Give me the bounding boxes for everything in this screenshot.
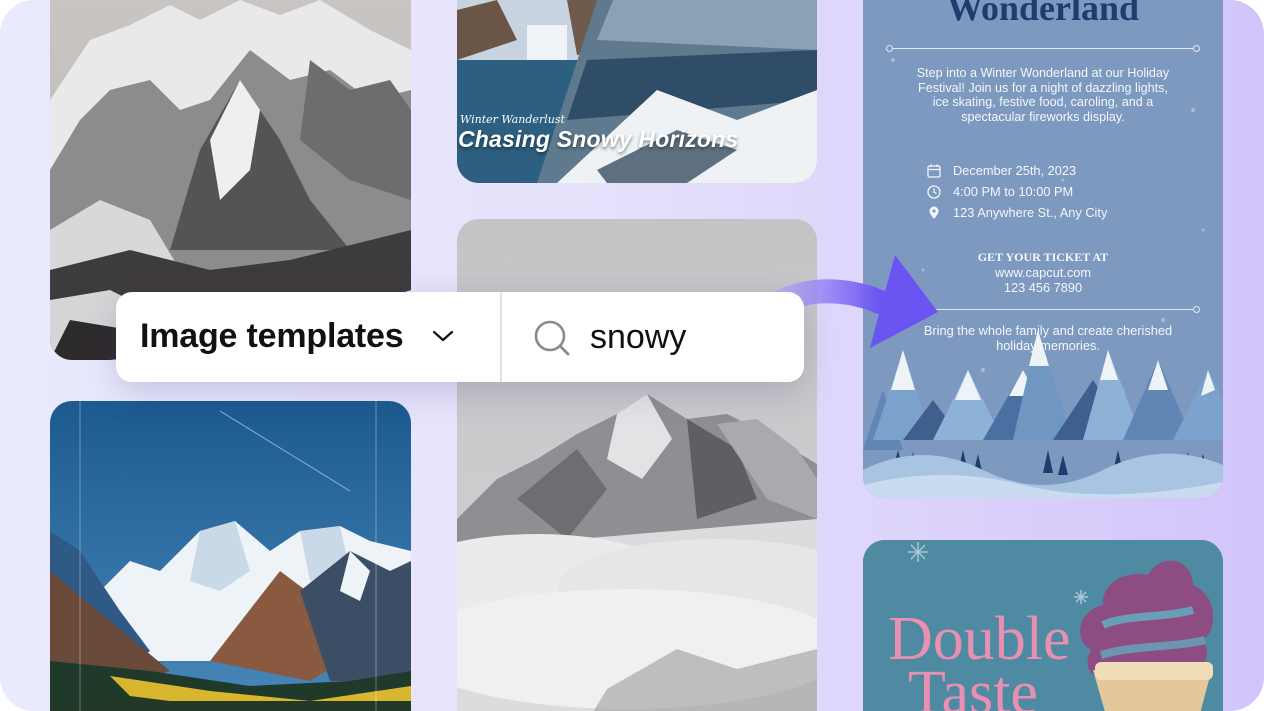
poster-footer-text: Bring the whole family and create cheris…: [923, 323, 1173, 353]
travel-template-card[interactable]: [457, 0, 817, 183]
poster-description: Step into a Winter Wonderland at our Hol…: [916, 66, 1170, 124]
ice-cream-title-line2: Taste: [908, 659, 1038, 711]
travel-card-subtitle: Winter Wanderlust: [460, 113, 565, 126]
poster-time: 4:00 PM to 10:00 PM: [953, 184, 1074, 199]
calendar-icon: [927, 164, 941, 178]
clock-icon: [927, 185, 941, 199]
poster-time-row: 4:00 PM to 10:00 PM: [927, 184, 1074, 199]
template-search-bar: Image templates: [116, 292, 804, 382]
poster-address-row: 123 Anywhere St., Any City: [929, 205, 1108, 220]
poster-divider-bottom: [886, 306, 1200, 313]
poster-date: December 25th, 2023: [953, 163, 1077, 178]
poster-date-row: December 25th, 2023: [927, 163, 1077, 178]
search-input[interactable]: [590, 314, 790, 360]
poster-title: Wonderland: [946, 0, 1140, 28]
poster-address: 123 Anywhere St., Any City: [953, 205, 1108, 220]
poster-ticket-label: GET YOUR TICKET AT: [977, 250, 1109, 264]
poster-divider-top: [886, 45, 1200, 52]
poster-website: www.capcut.com: [994, 265, 1091, 280]
poster-phone: 123 456 7890: [1003, 280, 1083, 295]
template-type-label: Image templates: [140, 317, 404, 355]
template-type-dropdown[interactable]: Image templates: [116, 292, 500, 382]
travel-collage-image: [457, 0, 817, 183]
alpine-landscape-image: [50, 401, 411, 711]
search-field[interactable]: [502, 292, 804, 382]
chevron-down-icon: [432, 330, 454, 342]
template-gallery: Winter Wanderlust Chasing Snowy Horizons: [0, 0, 1264, 711]
travel-card-title: Chasing Snowy Horizons: [458, 126, 739, 152]
location-pin-icon: [929, 206, 939, 219]
alpine-landscape-template-card[interactable]: [50, 401, 411, 711]
search-icon[interactable]: [532, 318, 572, 358]
